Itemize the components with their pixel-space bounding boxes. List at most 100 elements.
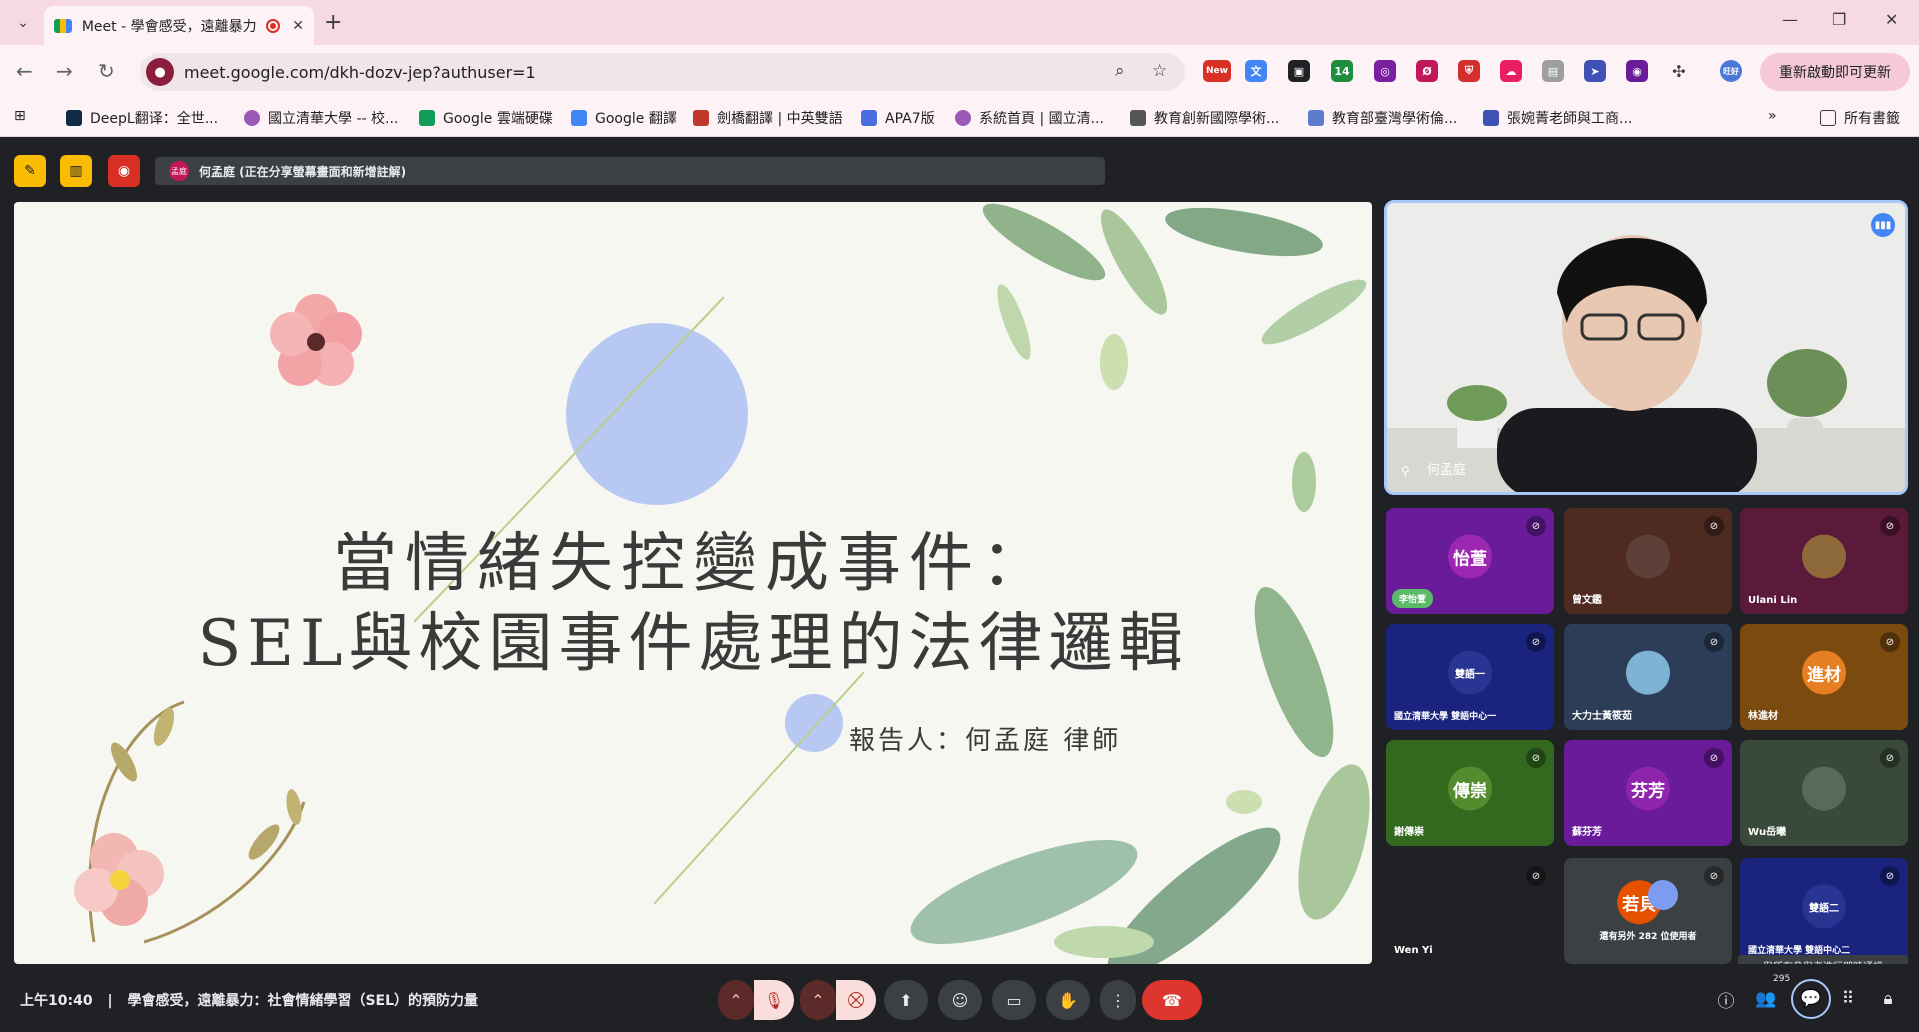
- leave-call-button[interactable]: ☎: [1142, 980, 1202, 1020]
- extension-count-icon[interactable]: 14: [1331, 60, 1353, 82]
- bookmark-item[interactable]: Google 翻譯: [571, 108, 677, 128]
- bookmark-item[interactable]: 劍橋翻譯 | 中英雙語: [693, 108, 843, 128]
- mic-options-button[interactable]: ⌃: [718, 980, 754, 1020]
- all-bookmarks[interactable]: 所有書籤: [1820, 108, 1900, 128]
- captions-button[interactable]: ▭: [992, 980, 1036, 1020]
- bookmark-item[interactable]: Google 雲端硬碟: [419, 108, 553, 128]
- mic-muted-button[interactable]: 🎙︎: [754, 980, 794, 1020]
- participant-avatar: [1626, 650, 1670, 695]
- profile-avatar[interactable]: 旺好: [1720, 60, 1742, 82]
- participant-avatar: 雙語二: [1802, 884, 1846, 929]
- participant-tile[interactable]: ⊘ Ulani Lin: [1740, 508, 1908, 614]
- mic-muted-icon: ⊘: [1880, 516, 1900, 536]
- participant-tile[interactable]: 傳崇 ⊘ 謝傳崇: [1386, 740, 1554, 846]
- translate-extension-icon[interactable]: 文: [1245, 60, 1267, 82]
- zoom-icon[interactable]: ⌕: [1115, 61, 1125, 81]
- slide-title-line1: 當情緒失控變成事件：: [333, 527, 1053, 601]
- participant-tile[interactable]: ⊘ 曾文鑑: [1564, 508, 1732, 614]
- extension-icon-2[interactable]: ◎: [1374, 60, 1396, 82]
- participant-tile[interactable]: ⊘ Wu岳曦: [1740, 740, 1908, 846]
- participant-tile[interactable]: 怡萱 ⊘ 李怡萱: [1386, 508, 1554, 614]
- recording-status-icon[interactable]: ◉: [108, 155, 140, 187]
- participant-tile[interactable]: 若貝 ⊘ 還有另外 282 位使用者: [1564, 858, 1732, 964]
- extension-icon-7[interactable]: ◉: [1626, 60, 1648, 82]
- decor-circle-small: [785, 694, 843, 752]
- camera-off-button[interactable]: ⛒: [836, 980, 876, 1020]
- participant-avatar: [1626, 534, 1670, 579]
- decor-circle: [566, 323, 748, 505]
- present-screen-button[interactable]: ⬆: [884, 980, 928, 1020]
- bookmark-star-icon[interactable]: ☆: [1152, 61, 1167, 81]
- decor-line-2: [653, 671, 865, 905]
- extension-icon-3[interactable]: Ø: [1416, 60, 1438, 82]
- mic-muted-icon: ⊘: [1526, 748, 1546, 768]
- mic-muted-icon: ⊘: [1526, 866, 1546, 886]
- bookmark-item[interactable]: APA7版: [861, 108, 935, 128]
- bookmark-item[interactable]: 教育創新國際學術...: [1130, 108, 1279, 128]
- mic-muted-icon: ⊘: [1704, 516, 1724, 536]
- flower-icon: [270, 294, 362, 386]
- more-options-button[interactable]: ⋮: [1100, 980, 1136, 1020]
- tab-close-icon[interactable]: ✕: [292, 18, 304, 34]
- participant-tile[interactable]: 雙語二 ⊘ 國立清華大學 雙語中心二: [1740, 858, 1908, 964]
- extensions-puzzle-icon[interactable]: ✣: [1668, 60, 1690, 82]
- reload-icon[interactable]: ↻: [98, 59, 115, 83]
- participant-name: 還有另外 282 位使用者: [1599, 932, 1697, 942]
- participant-tile[interactable]: 芬芳 ⊘ 蘇芬芳: [1564, 740, 1732, 846]
- extension-new-icon[interactable]: New: [1203, 60, 1231, 82]
- forward-icon[interactable]: →: [56, 59, 73, 83]
- bookmarks-overflow-icon[interactable]: »: [1768, 108, 1777, 124]
- url-text: meet.google.com/dkh-dozv-jep?authuser=1: [184, 62, 536, 82]
- bookmark-item[interactable]: 系統首頁 | 國立清...: [955, 108, 1104, 128]
- address-bar[interactable]: ● meet.google.com/dkh-dozv-jep?authuser=…: [140, 53, 1185, 91]
- bookmark-item[interactable]: 張婉菁老師與工商...: [1483, 108, 1632, 128]
- extension-icon[interactable]: ▣: [1288, 60, 1310, 82]
- bookmark-favicon-icon: [693, 110, 709, 126]
- participant-avatar: [1802, 534, 1846, 579]
- extension-icon-6[interactable]: ➤: [1584, 60, 1606, 82]
- browser-tab-meet[interactable]: Meet - 學會感受，遠離暴力 ✕: [44, 6, 314, 45]
- participant-avatar-secondary: [1648, 880, 1678, 910]
- bookmark-item[interactable]: 教育部臺灣學術倫...: [1308, 108, 1457, 128]
- activities-grid-icon[interactable]: ⠿: [1833, 984, 1863, 1014]
- participant-avatar: 怡萱: [1448, 534, 1492, 579]
- presenter-avatar: 孟庭: [169, 161, 189, 181]
- bookmark-item[interactable]: DeepL翻译：全世...: [66, 108, 218, 128]
- chat-icon[interactable]: 💬: [1791, 979, 1831, 1019]
- bookmark-item[interactable]: 國立清華大學 -- 校...: [244, 108, 398, 128]
- bookmark-favicon-icon: [1483, 110, 1499, 126]
- update-button[interactable]: 重新啟動即可更新: [1760, 53, 1910, 91]
- participant-avatar: [1802, 766, 1846, 811]
- pin-icon[interactable]: ⚲: [1401, 464, 1410, 478]
- participant-tile[interactable]: ⊘ Wen Yi: [1386, 858, 1554, 964]
- apps-grid-icon[interactable]: ⊞: [14, 108, 26, 124]
- participant-avatar: 傳崇: [1448, 766, 1492, 811]
- emoji-reaction-button[interactable]: ☺: [938, 980, 982, 1020]
- speaking-indicator-icon: ▮▮▮: [1871, 213, 1895, 237]
- participant-name: Wu岳曦: [1748, 827, 1787, 838]
- raise-hand-button[interactable]: ✋: [1046, 980, 1090, 1020]
- shield-extension-icon[interactable]: ⛨: [1458, 60, 1480, 82]
- people-icon[interactable]: 👥: [1751, 984, 1781, 1014]
- annotation-tool-icon[interactable]: ✎: [14, 155, 46, 187]
- mic-muted-icon: ⊘: [1526, 632, 1546, 652]
- minimize-icon[interactable]: —: [1782, 10, 1798, 29]
- participant-tile[interactable]: 進材 ⊘ 林進材: [1740, 624, 1908, 730]
- slide-title-line2: SEL與校園事件處理的法律邏輯: [197, 607, 1189, 681]
- extension-icon-4[interactable]: ☁: [1500, 60, 1522, 82]
- mic-active-icon[interactable]: ●: [146, 58, 174, 86]
- participant-name: 大力士黃筱茹: [1572, 711, 1632, 722]
- restore-icon[interactable]: ❐: [1832, 10, 1846, 29]
- host-controls-lock-icon[interactable]: 🔒︎: [1873, 984, 1903, 1014]
- speaker-video-tile[interactable]: ⚲ 何孟庭 ▮▮▮: [1384, 200, 1908, 495]
- window-close-icon[interactable]: ✕: [1885, 10, 1898, 29]
- meeting-details-icon[interactable]: ⓘ: [1711, 984, 1741, 1014]
- camera-options-button[interactable]: ⌃: [800, 980, 836, 1020]
- back-icon[interactable]: ←: [16, 59, 33, 83]
- layout-icon[interactable]: ▥: [60, 155, 92, 187]
- participant-tile[interactable]: ⊘ 大力士黃筱茹: [1564, 624, 1732, 730]
- extension-icon-5[interactable]: ▤: [1542, 60, 1564, 82]
- tab-search-icon[interactable]: ⌄: [10, 10, 36, 36]
- new-tab-icon[interactable]: +: [324, 10, 342, 35]
- participant-tile[interactable]: 雙語一 ⊘ 國立清華大學 雙語中心一: [1386, 624, 1554, 730]
